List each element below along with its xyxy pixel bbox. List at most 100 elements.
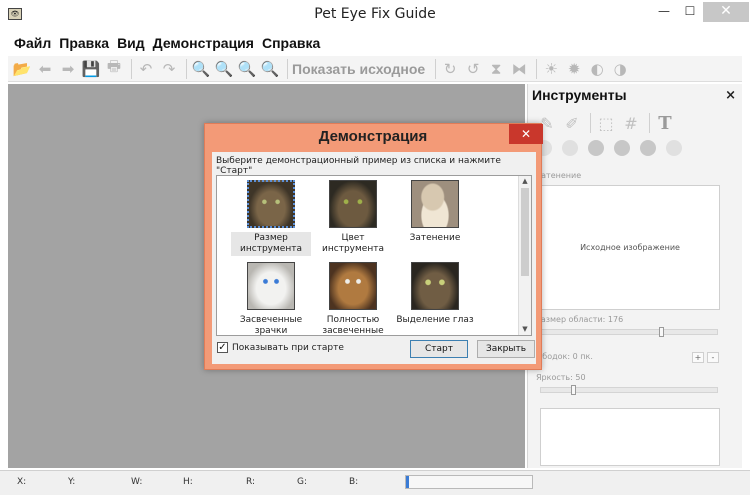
zoom-out-icon[interactable]: 🔍 (214, 59, 234, 79)
close-button[interactable]: Закрыть (477, 340, 535, 358)
shading-ball-icon[interactable] (614, 140, 630, 156)
dialog-body: Выберите демонстрационный пример из спис… (212, 152, 536, 364)
status-h: H: (183, 477, 193, 487)
area-size-slider[interactable] (540, 327, 718, 337)
status-r: R: (246, 477, 256, 487)
toolbar-separator (435, 58, 437, 79)
brightness-icon[interactable]: ☀ (541, 59, 561, 79)
brightness-slider-thumb[interactable] (571, 385, 576, 395)
scrollbar-thumb[interactable] (521, 188, 529, 276)
demo-thumbnail (247, 262, 295, 310)
zoom-in-icon[interactable]: 🔍 (191, 59, 211, 79)
scroll-down-icon[interactable]: ▼ (519, 324, 531, 335)
print-icon[interactable]: 🖶 (104, 57, 124, 79)
demo-list-item[interactable]: Затенение (395, 180, 475, 245)
minus-button[interactable]: - (707, 352, 719, 363)
demo-item-caption: Затенение (395, 232, 475, 245)
brightness-small-icon[interactable]: ✹ (564, 59, 584, 79)
grid-icon[interactable]: # (620, 112, 642, 134)
show-on-start-checkbox[interactable]: ✓ (217, 342, 228, 353)
maximize-button[interactable]: ☐ (677, 2, 703, 22)
demo-list-item[interactable]: Выделение глаз (395, 262, 475, 327)
brush-icon[interactable]: ✐ (561, 112, 583, 134)
brightness-slider[interactable] (540, 385, 718, 395)
status-b: B: (349, 477, 359, 487)
demo-list-item[interactable]: Цвет инструмента (313, 180, 393, 256)
color-ball-icon[interactable] (588, 140, 604, 156)
panel-effects-row (528, 134, 742, 158)
demo-list-item[interactable]: Полностьюзасвеченные глаза (313, 262, 393, 336)
menu-edit[interactable]: Правка (59, 35, 109, 51)
menu-demo[interactable]: Демонстрация (153, 35, 254, 51)
show-on-start-row[interactable]: ✓ Показывать при старте (217, 342, 344, 353)
demo-item-caption-line: Цвет инструмента (322, 233, 384, 254)
panel-separator (649, 113, 650, 133)
demo-list-item[interactable]: Засвеченные зрачки (231, 262, 311, 336)
undo-icon[interactable]: ↶ (136, 59, 156, 79)
demo-list-item[interactable]: Размер инструмента (231, 180, 311, 256)
open-folder-icon[interactable]: 📂 (12, 59, 32, 79)
flip-vertical-icon[interactable]: ⧗ (486, 59, 506, 79)
progress-bar (405, 475, 533, 489)
demo-item-caption-line: Затенение (409, 233, 461, 243)
select-eye-icon[interactable] (666, 140, 682, 156)
toolbar-separator (536, 58, 538, 79)
zoom-fit-icon[interactable]: 🔍 (237, 59, 257, 79)
status-g: G: (297, 477, 308, 487)
dialog-title: Демонстрация (318, 128, 428, 145)
demo-item-caption-line: засвеченные глаза (322, 326, 384, 336)
demo-thumbnail (247, 180, 295, 228)
menu-help[interactable]: Справка (262, 35, 320, 51)
panel-header: Инструменты × (528, 84, 742, 106)
contrast-small-icon[interactable]: ◑ (610, 59, 630, 79)
demo-item-caption-line: зрачки (254, 326, 288, 336)
demo-list-scrollbar[interactable]: ▲ ▼ (518, 176, 531, 335)
contrast-icon[interactable]: ◐ (587, 59, 607, 79)
shading-label: Затенение (536, 171, 582, 180)
rotate-left-icon[interactable]: ↺ (463, 59, 483, 79)
redo-icon[interactable]: ↷ (159, 59, 179, 79)
pupil-icon[interactable] (640, 140, 656, 156)
progress-fill (406, 476, 409, 488)
tools-panel: Инструменты × ✎ ✐ ⬚ # T Затенение Исходн… (527, 84, 742, 468)
zoom-actual-icon[interactable]: 🔍 (260, 59, 280, 79)
scroll-up-icon[interactable]: ▲ (519, 176, 531, 187)
area-size-slider-thumb[interactable] (659, 327, 664, 337)
panel-tools-row: ✎ ✐ ⬚ # T (528, 106, 742, 134)
menu-file[interactable]: Файл (14, 35, 51, 51)
source-image-preview: Исходное изображение (540, 185, 720, 310)
status-bar: X: Y: W: H: R: G: B: (0, 470, 750, 495)
demo-thumbnail (411, 262, 459, 310)
dialog-close-button[interactable]: ✕ (509, 124, 543, 144)
demo-item-caption-line: Выделение глаз (396, 315, 474, 325)
plus-button[interactable]: + (692, 352, 704, 363)
start-button[interactable]: Старт (410, 340, 468, 358)
minimize-button[interactable]: — (651, 2, 677, 22)
panel-separator (590, 113, 591, 133)
text-tool-icon[interactable]: T (654, 112, 676, 134)
toolbar: 📂 ⬅ ➡ 💾 🖶 ↶ ↷ 🔍 🔍 🔍 🔍 Показать исходное … (8, 56, 742, 82)
menu-view[interactable]: Вид (117, 35, 145, 51)
border-label: Ободок: 0 пк. (536, 352, 593, 361)
dialog-instruction: Выберите демонстрационный пример из спис… (216, 156, 501, 176)
demo-thumbnail (329, 262, 377, 310)
demo-item-caption: Размер инструмента (231, 232, 311, 256)
panel-close-button[interactable]: × (725, 88, 736, 103)
status-w: W: (131, 477, 143, 487)
bulb-icon[interactable] (562, 140, 578, 156)
demo-item-caption: Засвеченные зрачки (231, 314, 311, 336)
demo-item-caption-line: Размер (254, 233, 288, 243)
status-y: Y: (68, 477, 76, 487)
forward-arrow-icon[interactable]: ➡ (58, 59, 78, 79)
rotate-right-icon[interactable]: ↻ (440, 59, 460, 79)
demo-item-caption-line: Засвеченные (239, 315, 303, 325)
close-window-button[interactable]: ✕ (703, 2, 749, 22)
crop-icon[interactable]: ⬚ (595, 112, 617, 134)
back-arrow-icon[interactable]: ⬅ (35, 59, 55, 79)
flip-horizontal-icon[interactable]: ⧓ (509, 59, 529, 79)
save-icon[interactable]: 💾 (81, 59, 101, 79)
brightness-label: Яркость: 50 (536, 373, 586, 382)
show-original-button[interactable]: Показать исходное (292, 61, 425, 77)
demo-list[interactable]: Размер инструмента Цвет инструмента Затенен… (216, 175, 532, 336)
toolbar-separator (131, 58, 132, 79)
